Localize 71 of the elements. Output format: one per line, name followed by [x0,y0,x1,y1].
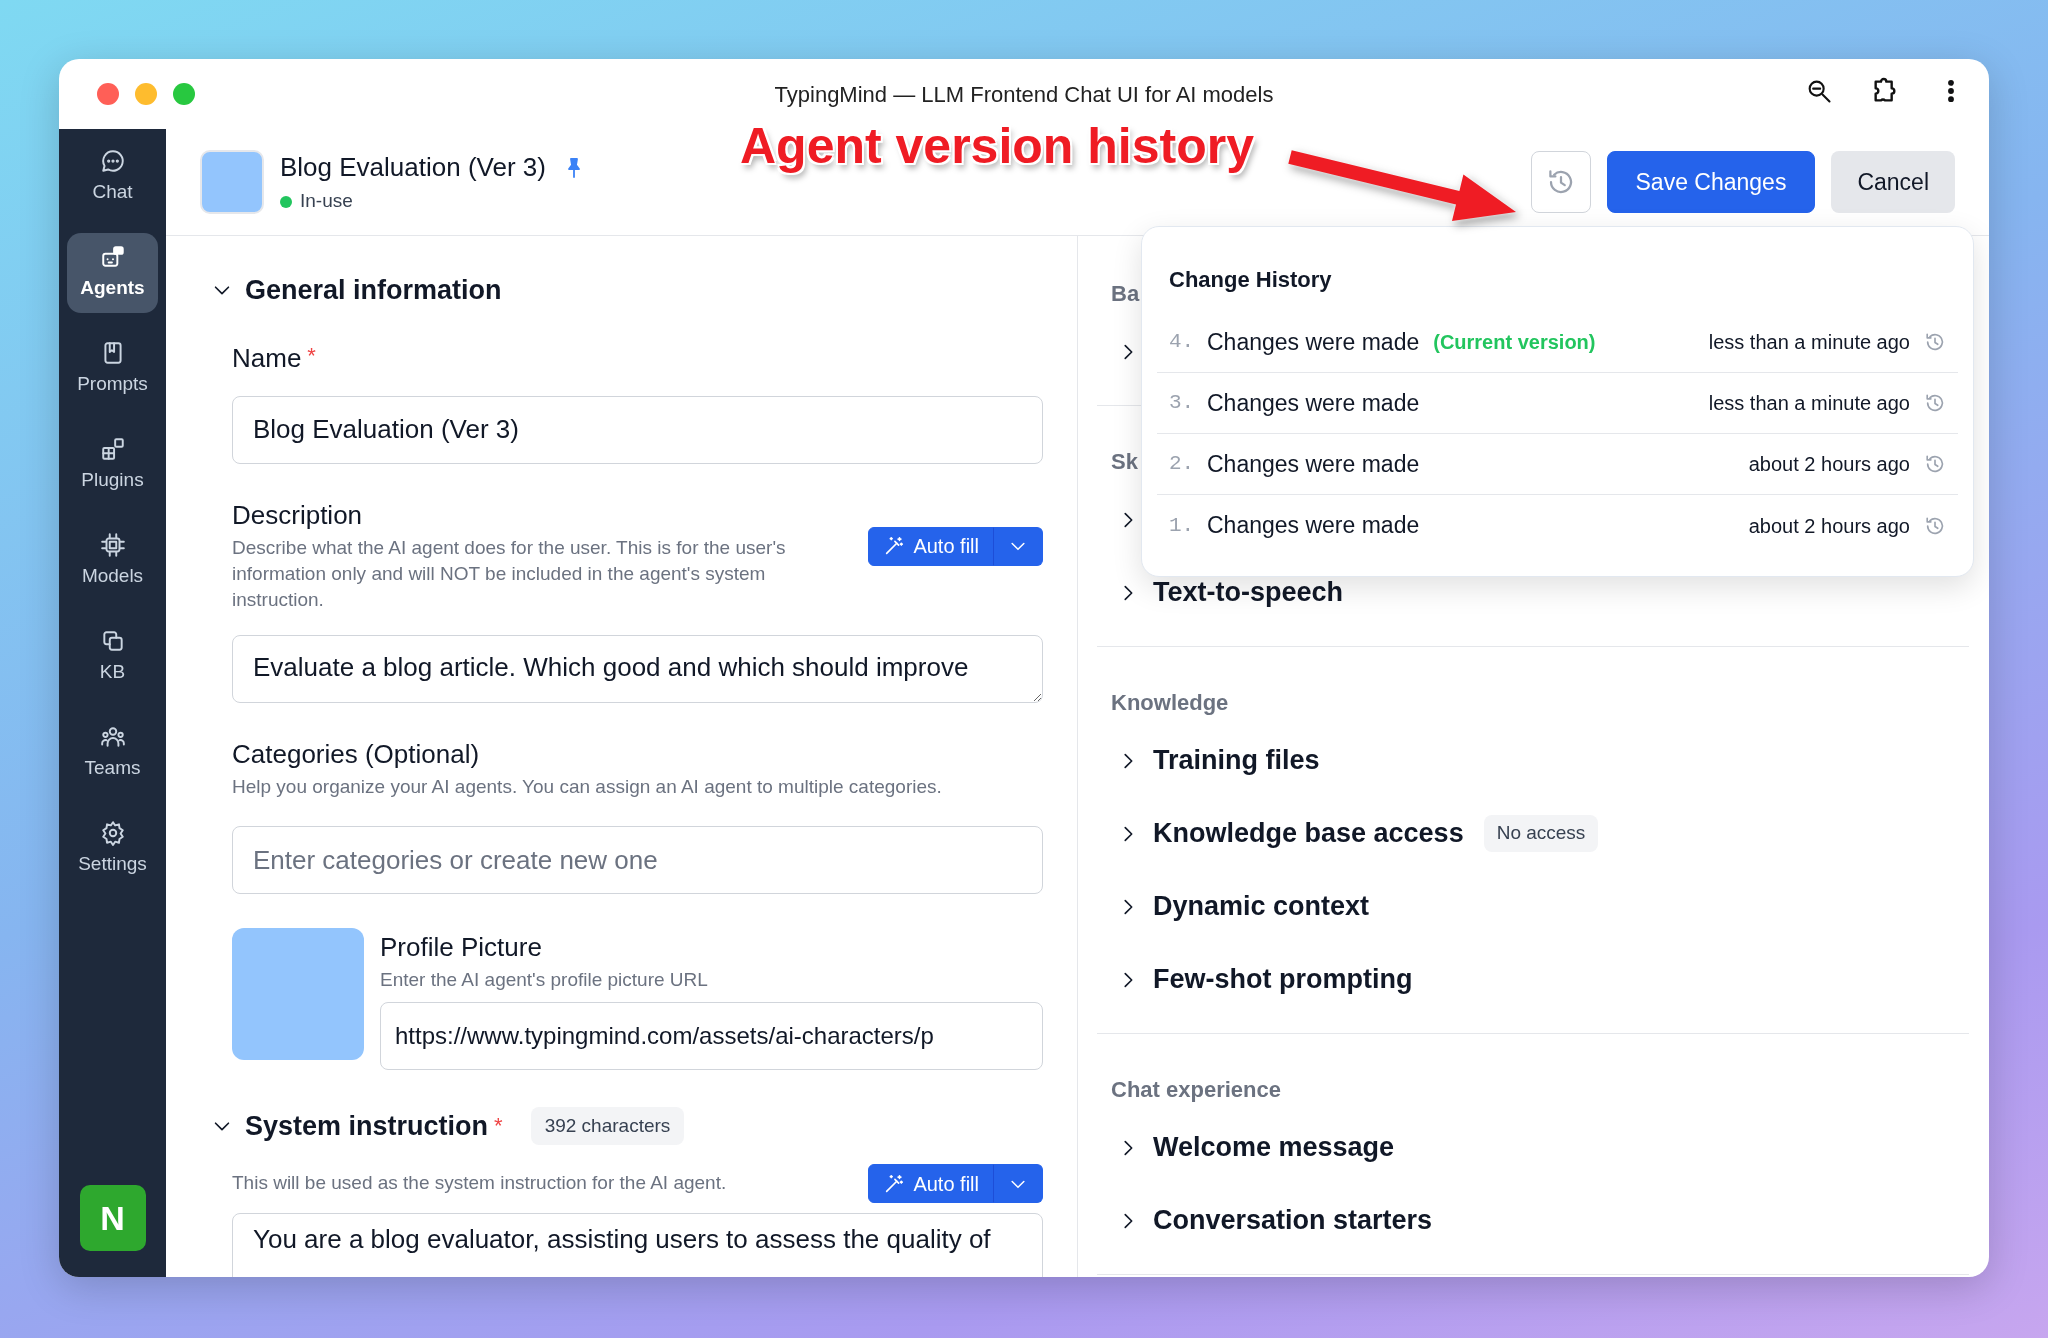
name-input[interactable]: Blog Evaluation (Ver 3) [232,395,1043,464]
field-help-text: Help you organize your AI agents. You can assign an AI agent to multiple categories. [232,775,943,800]
section-title: General information [245,274,502,307]
window-title: TypingMind — LLM Frontend Chat UI for AI models [774,80,1274,109]
version-number: 2. [1169,451,1196,478]
auto-fill-options-button[interactable] [993,1164,1043,1204]
group-heading: Sk [1111,448,1138,475]
section-title[interactable]: Knowledge base access [1153,813,1464,854]
chip-icon [99,531,126,558]
group-heading: Chat experience [1111,1076,1281,1103]
section-title[interactable]: Training files [1153,740,1320,781]
version-label: Changes were made [1207,449,1420,479]
auto-fill-button[interactable]: Auto fill [868,526,994,566]
sidebar-item[interactable]: Teams [67,713,158,793]
popover-title: Change History [1168,266,1333,294]
field-help-text: This will be used as the system instruction for the AI agent. [232,1171,727,1196]
description-input[interactable]: Evaluate a blog article. Which good and which should improve [232,635,1043,704]
auto-fill-button[interactable]: Auto fill [868,1164,994,1204]
close-window-button[interactable] [97,83,119,105]
version-label: Changes were made [1207,511,1420,541]
version-label: Changes were made [1207,327,1420,357]
blocks-icon [99,435,126,462]
sidebar-item[interactable]: Models [67,521,158,601]
save-changes-button[interactable]: Save Changes [1606,151,1816,213]
sidebar-item[interactable]: Chat [67,137,158,217]
section-title[interactable]: Dynamic context [1153,886,1370,927]
field-help-text: Describe what the AI agent does for the user. This is for the user's information only and will NOT be included in the agent's system instruction. [232,535,787,612]
version-label: Changes were made [1207,388,1420,418]
section-title[interactable]: Conversation starters [1153,1200,1433,1241]
sidebar-item[interactable]: Plugins [67,425,158,505]
version-time: about 2 hours ago [1748,513,1910,539]
group-heading: Knowledge [1111,689,1229,716]
field-label: Description [232,498,363,532]
group-heading: Ba [1111,280,1140,307]
picture-url-input[interactable]: https://www.typingmind.com/assets/ai-characters/p [380,1001,1043,1070]
system-instruction-input[interactable]: You are a blog evaluator, assisting users to assess the quality of [232,1213,1043,1277]
required-mark: * [307,341,316,370]
version-time: about 2 hours ago [1748,452,1910,477]
section-title[interactable]: Welcome message [1153,1127,1395,1168]
version-time: less than a minute ago [1708,391,1910,416]
agent-title: Blog Evaluation (Ver 3) [280,151,546,185]
cancel-button[interactable]: Cancel [1831,151,1955,213]
field-label: Profile Picture [380,931,542,965]
auto-fill-options-button[interactable] [993,526,1043,566]
annotation-text: Agent version history [740,117,1254,176]
sidebar-item[interactable]: Settings [67,809,158,889]
gear-icon [99,819,126,846]
status-badge: No access [1483,815,1599,852]
version-number: 4. [1169,329,1196,356]
field-label: Name [232,341,302,375]
magic-wand-icon [883,535,906,557]
required-mark: * [494,1112,503,1141]
chat-bubble-icon [99,147,126,174]
magic-wand-icon [883,1172,906,1195]
section-title: System instruction [245,1109,489,1143]
current-version-note: (Current version) [1433,330,1596,355]
sidebar-item[interactable]: Agents [67,233,158,313]
field-label: Categories (Optional) [232,738,480,772]
character-count: 392 characters [530,1106,685,1146]
avatar-placeholder [200,150,264,214]
sidebar-item[interactable]: KB [67,617,158,697]
version-number: 1. [1169,512,1196,539]
version-time: less than a minute ago [1708,330,1910,355]
robot-icon [99,243,126,270]
categories-input[interactable]: Enter categories or create new one [232,826,1043,895]
version-number: 3. [1169,390,1196,417]
field-help-text: Enter the AI agent's profile picture URL [380,968,709,993]
status-dot [280,195,292,208]
section-title[interactable]: Few-shot prompting [1153,959,1413,1000]
sidebar-item[interactable]: Prompts [67,329,158,409]
status-text: In-use [300,189,353,214]
